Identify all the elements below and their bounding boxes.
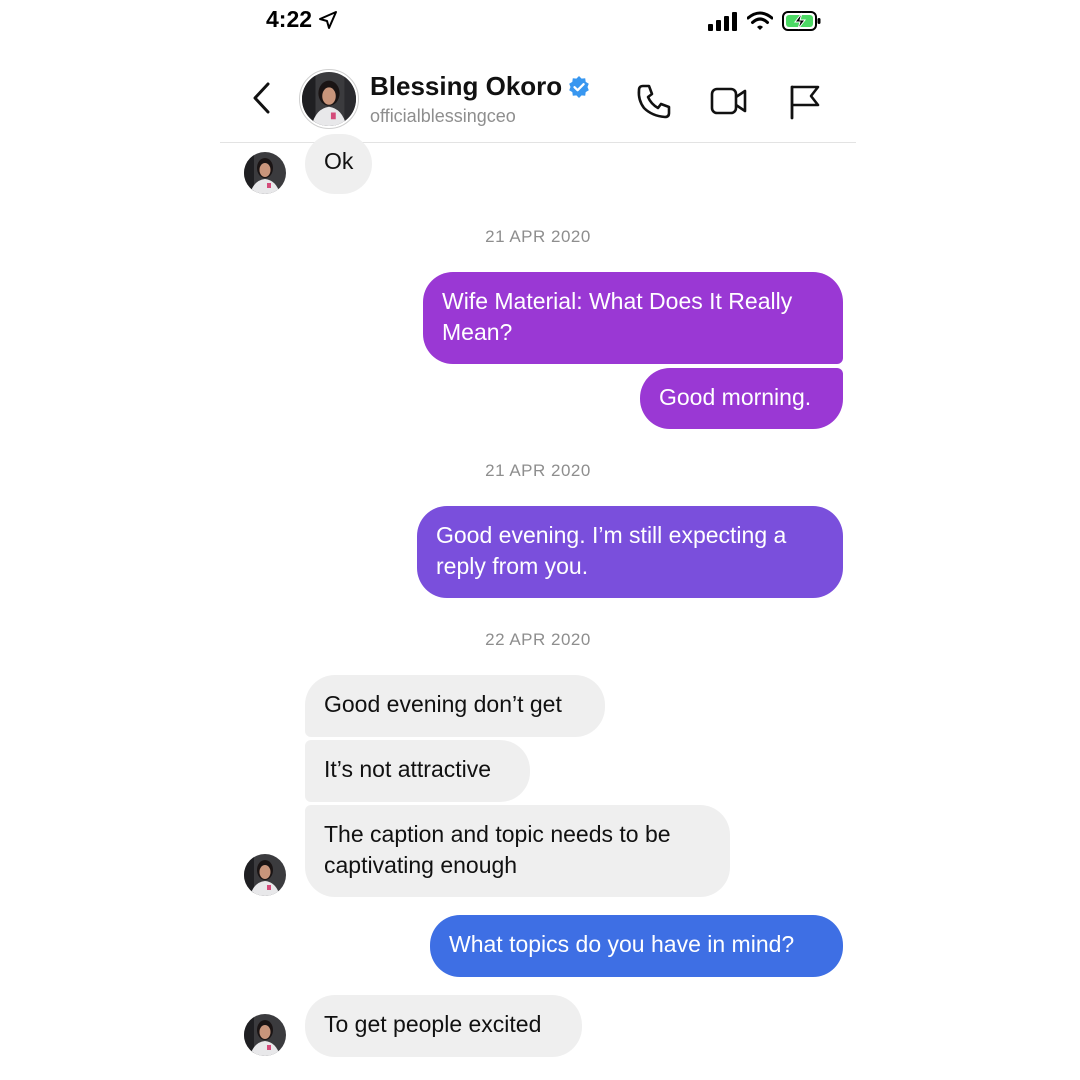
message-list[interactable]: Ok 21 APR 2020 Wife Material: What Does … <box>220 134 856 1080</box>
dm-screen: 4:22 Blessing Okoro officialblessingceo … <box>220 0 856 1080</box>
incoming-message[interactable]: To get people excited <box>305 995 582 1057</box>
verified-badge-icon <box>569 75 589 98</box>
sender-avatar[interactable] <box>244 1014 286 1056</box>
incoming-message[interactable]: Ok <box>305 134 373 194</box>
status-bar-icons <box>708 10 822 32</box>
phone-call-icon[interactable] <box>636 82 674 120</box>
chat-header: Blessing Okoro officialblessingceo <box>220 56 856 143</box>
timestamp: 21 APR 2020 <box>485 461 591 480</box>
back-chevron-icon[interactable] <box>246 78 276 118</box>
video-call-icon[interactable] <box>710 82 748 120</box>
outgoing-message[interactable]: Good evening. I’m still expecting a repl… <box>417 506 843 598</box>
incoming-message[interactable]: The caption and topic needs to be captiv… <box>305 805 730 897</box>
profile-photo <box>302 72 356 126</box>
profile-avatar[interactable] <box>299 69 359 129</box>
contact-username: officialblessingceo <box>370 106 516 126</box>
timestamp: 22 APR 2020 <box>485 630 591 649</box>
incoming-message[interactable]: Good evening don’t get <box>305 675 605 737</box>
outgoing-message[interactable]: Wife Material: What Does It Really Mean? <box>423 272 843 364</box>
contact-name-row[interactable]: Blessing Okoro <box>370 71 590 102</box>
contact-name: Blessing Okoro <box>370 71 563 101</box>
timestamp: 21 APR 2020 <box>485 227 591 246</box>
outgoing-message[interactable]: Good morning. <box>640 368 843 429</box>
incoming-message[interactable]: It’s not attractive <box>305 740 530 802</box>
clock: 4:22 <box>266 6 313 32</box>
wifi-icon <box>747 11 773 30</box>
location-arrow-icon <box>319 10 338 29</box>
sender-avatar[interactable] <box>244 152 286 194</box>
status-bar-time: 4:22 <box>266 6 338 33</box>
cellular-signal-icon <box>708 12 737 31</box>
sender-avatar[interactable] <box>244 854 286 896</box>
outgoing-message[interactable]: What topics do you have in mind? <box>430 915 843 977</box>
report-flag-icon[interactable] <box>786 82 824 120</box>
battery-charging-icon <box>782 11 821 31</box>
